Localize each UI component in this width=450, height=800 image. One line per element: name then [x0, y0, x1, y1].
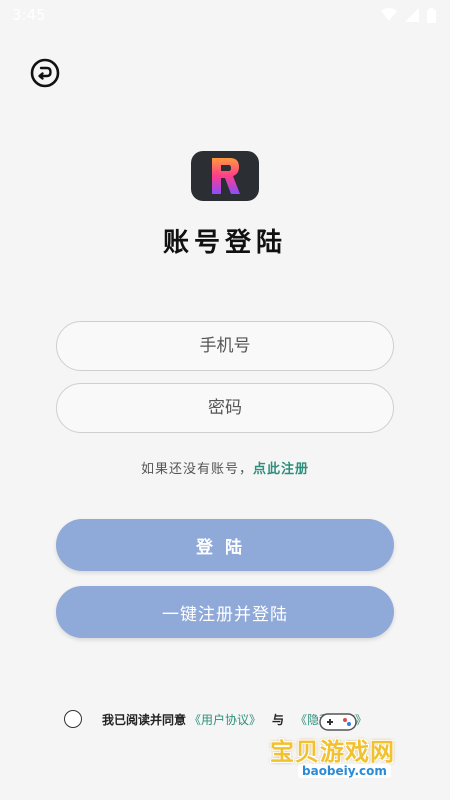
watermark-title: 宝贝游戏网: [270, 738, 395, 766]
status-icons: [381, 7, 436, 23]
agreement-and: 与: [272, 712, 285, 727]
user-agreement-link[interactable]: 《用户协议》: [189, 711, 261, 728]
status-time: 3:45: [12, 6, 46, 24]
password-field[interactable]: [56, 383, 394, 433]
agreement-row: 我已阅读并同意 《用户协议》 与 《隐私政策》: [64, 710, 370, 728]
phone-field[interactable]: [56, 321, 394, 371]
phone-input[interactable]: [57, 322, 393, 370]
privacy-policy-link[interactable]: 《隐私政策》: [295, 711, 367, 728]
register-hint-text: 如果还没有账号，: [140, 462, 253, 477]
agreement-checkbox[interactable]: [64, 710, 82, 728]
status-bar: 3:45: [0, 0, 450, 30]
app-logo: [191, 151, 259, 201]
agreement-prefix: 我已阅读并同意: [102, 712, 187, 727]
one-key-register-button[interactable]: 一键注册并登陆: [56, 586, 394, 638]
battery-icon: [427, 7, 436, 23]
signal-icon: [405, 8, 419, 22]
password-input[interactable]: [57, 384, 393, 432]
wifi-icon: [381, 8, 397, 22]
watermark-url: baobeiy.com: [298, 764, 391, 778]
register-hint: 如果还没有账号，点此注册: [0, 458, 450, 477]
login-button[interactable]: 登陆: [56, 519, 394, 571]
app-logo-letter: [212, 158, 240, 194]
register-link[interactable]: 点此注册: [253, 462, 309, 477]
back-arrow-icon: [29, 57, 61, 93]
page-title: 账号登陆: [162, 228, 287, 258]
back-button[interactable]: [28, 58, 62, 92]
